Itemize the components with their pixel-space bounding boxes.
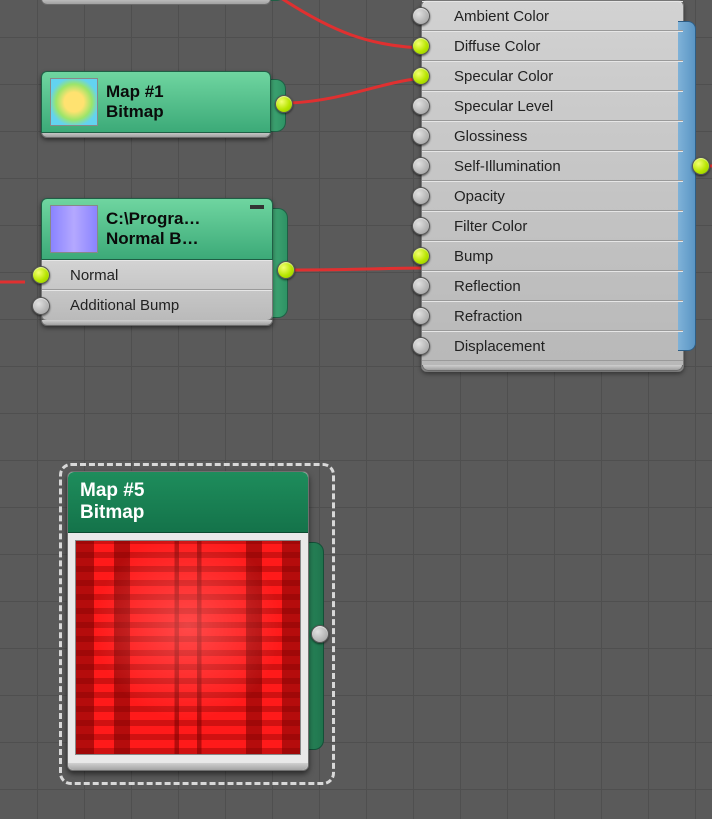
slot-label: Specular Color [454,68,553,85]
port-diffuse-color[interactable] [412,37,430,55]
slot-filter-color[interactable]: Filter Color [422,211,683,241]
slot-specular-level[interactable]: Specular Level [422,91,683,121]
map5-subtitle: Bitmap [80,502,296,524]
slot-displacement[interactable]: Displacement [422,331,683,361]
slot-label: Opacity [454,188,505,205]
port-normal[interactable] [32,266,50,284]
slot-ambient-color[interactable]: Ambient Color [422,1,683,31]
slot-diffuse-color[interactable]: Diffuse Color [422,31,683,61]
port-bump[interactable] [412,247,430,265]
port-glossiness[interactable] [412,127,430,145]
collapse-icon[interactable] [250,205,264,209]
port-filter-color[interactable] [412,217,430,235]
slot-label: Ambient Color [454,8,549,25]
map-node-1[interactable]: Map #1 Bitmap [41,71,271,138]
port-additional-bump[interactable] [32,297,50,315]
port-specular-level[interactable] [412,97,430,115]
port-self-illumination[interactable] [412,157,430,175]
map-node-5-selected[interactable]: Map #5 Bitmap [67,471,309,771]
slot-label: Diffuse Color [454,38,540,55]
slot-refraction[interactable]: Refraction [422,301,683,331]
port-reflection[interactable] [412,277,430,295]
port-displacement[interactable] [412,337,430,355]
slot-opacity[interactable]: Opacity [422,181,683,211]
slot-label: Specular Level [454,98,553,115]
map-node-truncated[interactable] [41,0,271,5]
port-opacity[interactable] [412,187,430,205]
slot-label: Reflection [454,278,521,295]
slot-additional-bump[interactable]: Additional Bump [42,290,272,320]
slot-bump[interactable]: Bump [422,241,683,271]
slot-self-illumination[interactable]: Self-Illumination [422,151,683,181]
port-ambient-color[interactable] [412,7,430,25]
map-node-2[interactable]: C:\Progra… Normal B… Normal Additional B… [41,198,273,326]
material-node[interactable]: Ambient Color Diffuse Color Specular Col… [421,0,684,372]
port-refraction[interactable] [412,307,430,325]
slot-reflection[interactable]: Reflection [422,271,683,301]
slot-label: Displacement [454,338,545,355]
slot-specular-color[interactable]: Specular Color [422,61,683,91]
slot-label: Additional Bump [70,297,179,314]
port-specular-color[interactable] [412,67,430,85]
slot-glossiness[interactable]: Glossiness [422,121,683,151]
material-output-port[interactable] [692,157,710,175]
slot-normal[interactable]: Normal [42,260,272,290]
map1-output-port[interactable] [275,95,293,113]
slot-label: Refraction [454,308,522,325]
slot-label: Glossiness [454,128,527,145]
map-node-5[interactable]: Map #5 Bitmap [67,471,309,771]
slot-label: Normal [70,267,118,284]
slot-label: Bump [454,248,493,265]
map5-output-port[interactable] [311,625,329,643]
map2-output-port[interactable] [277,261,295,279]
map2-subtitle: Normal B… [106,229,264,249]
map1-subtitle: Bitmap [106,102,262,122]
map1-title: Map #1 [106,82,262,102]
map5-title: Map #5 [80,480,296,502]
slot-label: Self-Illumination [454,158,561,175]
map5-thumbnail [75,540,301,755]
map2-title: C:\Progra… [106,209,264,229]
slot-label: Filter Color [454,218,527,235]
map2-thumbnail [50,205,98,253]
map1-thumbnail [50,78,98,126]
